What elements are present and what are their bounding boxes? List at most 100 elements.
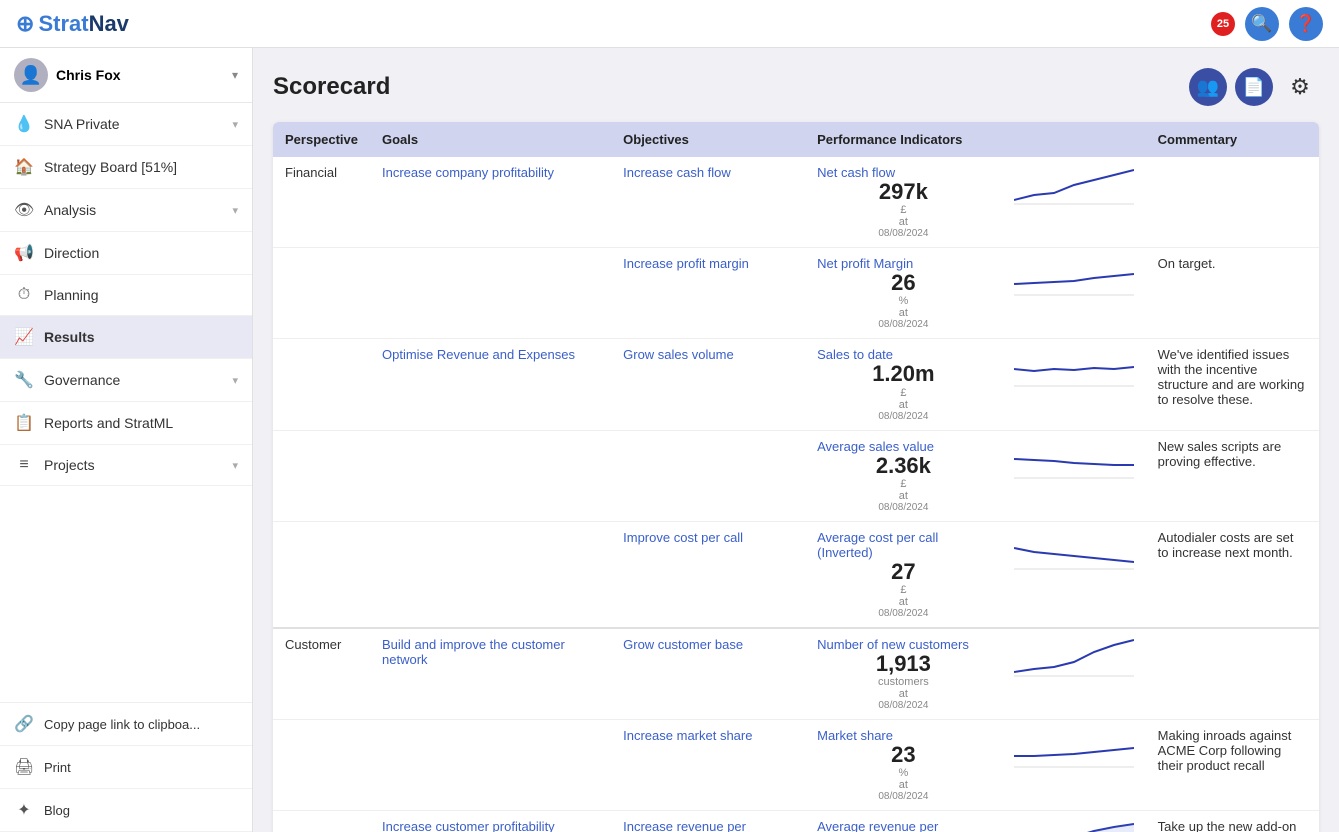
pi-link[interactable]: Net profit Margin bbox=[817, 256, 913, 271]
planning-icon: ⏱ bbox=[14, 286, 34, 304]
pi-link[interactable]: Average revenue per customer bbox=[817, 819, 938, 832]
perspective-cell bbox=[273, 521, 370, 628]
metric-unit: % bbox=[817, 295, 990, 307]
sidebar-item-planning[interactable]: ⏱ Planning bbox=[0, 275, 252, 316]
pi-cell: Average sales value 2.36k £ at08/08/2024 bbox=[805, 430, 1002, 521]
sparkline-chart bbox=[1014, 637, 1134, 677]
metric-date: 08/08/2024 bbox=[817, 608, 990, 619]
sidebar-item-print[interactable]: 🖨 Print bbox=[0, 746, 252, 789]
metric-label-at: at bbox=[817, 216, 990, 228]
pi-link[interactable]: Market share bbox=[817, 728, 893, 743]
col-perspective: Perspective bbox=[273, 122, 370, 157]
print-icon: 🖨 bbox=[14, 757, 34, 777]
metric-label-at: at bbox=[817, 779, 990, 791]
commentary-cell bbox=[1146, 628, 1319, 720]
objective-link[interactable]: Increase profit margin bbox=[623, 256, 749, 271]
metric-unit: £ bbox=[817, 387, 990, 399]
sidebar-item-governance[interactable]: 🔧 Governance ▾ bbox=[0, 359, 252, 402]
pi-link[interactable]: Number of new customers bbox=[817, 637, 969, 652]
goal-cell: Increase customer profitability bbox=[370, 811, 611, 832]
sparkline-chart bbox=[1014, 256, 1134, 296]
objective-link[interactable]: Grow customer base bbox=[623, 637, 743, 652]
logo-text: StratNav bbox=[38, 11, 128, 37]
direction-icon: 📢 bbox=[14, 243, 34, 263]
pi-link[interactable]: Sales to date bbox=[817, 347, 893, 362]
governance-arrow: ▾ bbox=[232, 374, 238, 387]
pi-link[interactable]: Average sales value bbox=[817, 439, 934, 454]
goal-link[interactable]: Build and improve the customer network bbox=[382, 637, 565, 667]
sparkline-chart bbox=[1014, 347, 1134, 387]
metric-date: 08/08/2024 bbox=[817, 502, 990, 513]
metric-value: 23 bbox=[817, 743, 990, 767]
search-button[interactable]: 🔍 bbox=[1245, 7, 1279, 41]
app-logo[interactable]: ⊕ StratNav bbox=[16, 11, 129, 37]
goal-cell bbox=[370, 248, 611, 339]
objective-cell: Grow customer base bbox=[611, 628, 805, 720]
help-button[interactable]: ❓ bbox=[1289, 7, 1323, 41]
sna-arrow: ▾ bbox=[232, 118, 238, 131]
settings-action-button[interactable]: ⚙ bbox=[1281, 68, 1319, 106]
governance-icon: 🔧 bbox=[14, 370, 34, 390]
pi-link[interactable]: Average cost per call (Inverted) bbox=[817, 530, 938, 560]
pi-cell: Net cash flow 297k £ at08/08/2024 bbox=[805, 157, 1002, 248]
objective-link[interactable]: Improve cost per call bbox=[623, 530, 743, 545]
sidebar-user-header[interactable]: 👤 Chris Fox ▾ bbox=[0, 48, 252, 103]
sidebar-item-blog[interactable]: ✦ Blog bbox=[0, 789, 252, 832]
document-action-button[interactable]: 📄 bbox=[1235, 68, 1273, 106]
metric-unit: customers bbox=[817, 676, 990, 688]
sidebar-item-sna-private[interactable]: 💧 SNA Private ▾ bbox=[0, 103, 252, 146]
perspective-cell bbox=[273, 339, 370, 430]
users-action-button[interactable]: 👥 bbox=[1189, 68, 1227, 106]
perspective-cell: Customer bbox=[273, 628, 370, 720]
chart-cell bbox=[1002, 628, 1146, 720]
table-row: Increase market share Market share 23 % … bbox=[273, 720, 1319, 811]
table-row: Improve cost per call Average cost per c… bbox=[273, 521, 1319, 628]
objective-link[interactable]: Increase cash flow bbox=[623, 165, 731, 180]
perspective-cell: Financial bbox=[273, 157, 370, 248]
chart-cell bbox=[1002, 720, 1146, 811]
user-avatar: 👤 bbox=[14, 58, 48, 92]
metric-cell: 26 % at08/08/2024 bbox=[817, 271, 990, 330]
user-name: Chris Fox bbox=[56, 67, 224, 83]
metric-date: 08/08/2024 bbox=[817, 319, 990, 330]
sidebar-item-analysis[interactable]: 👁 Analysis ▾ bbox=[0, 189, 252, 232]
objective-link[interactable]: Grow sales volume bbox=[623, 347, 734, 362]
goal-cell: Build and improve the customer network bbox=[370, 628, 611, 720]
reports-icon: 📋 bbox=[14, 413, 34, 433]
metric-date: 08/08/2024 bbox=[817, 411, 990, 422]
goal-link[interactable]: Increase customer profitability bbox=[382, 819, 555, 832]
sidebar-item-reports[interactable]: 📋 Reports and StratML bbox=[0, 402, 252, 445]
scorecard-table: Perspective Goals Objectives Performance… bbox=[273, 122, 1319, 832]
metric-cell: 2.36k £ at08/08/2024 bbox=[817, 454, 990, 513]
goal-link[interactable]: Optimise Revenue and Expenses bbox=[382, 347, 575, 362]
metric-unit: £ bbox=[817, 478, 990, 490]
analysis-arrow: ▾ bbox=[232, 204, 238, 217]
sparkline-chart bbox=[1014, 819, 1134, 832]
metric-label-at: at bbox=[817, 307, 990, 319]
metric-cell: 1,913 customers at08/08/2024 bbox=[817, 652, 990, 711]
sidebar-item-strategy-board[interactable]: 🏠 Strategy Board [51%] bbox=[0, 146, 252, 189]
sidebar-item-direction[interactable]: 📢 Direction bbox=[0, 232, 252, 275]
commentary-cell: We've identified issues with the incenti… bbox=[1146, 339, 1319, 430]
sidebar-item-results[interactable]: 📈 Results bbox=[0, 316, 252, 359]
perspective-cell bbox=[273, 811, 370, 832]
pi-link[interactable]: Net cash flow bbox=[817, 165, 895, 180]
objective-link[interactable]: Increase market share bbox=[623, 728, 752, 743]
projects-arrow: ▾ bbox=[232, 459, 238, 472]
pi-cell: Net profit Margin 26 % at08/08/2024 bbox=[805, 248, 1002, 339]
goal-cell bbox=[370, 430, 611, 521]
chart-cell bbox=[1002, 339, 1146, 430]
page-title: Scorecard bbox=[273, 73, 390, 101]
objective-link[interactable]: Increase revenue per customer bbox=[623, 819, 746, 832]
sidebar-item-copy-link[interactable]: 🔗 Copy page link to clipboa... bbox=[0, 703, 252, 746]
pi-cell: Average cost per call (Inverted) 27 £ at… bbox=[805, 521, 1002, 628]
objective-cell: Increase revenue per customer bbox=[611, 811, 805, 832]
sidebar-item-projects[interactable]: ≡ Projects ▾ bbox=[0, 445, 252, 486]
page-actions: 👥 📄 ⚙ bbox=[1189, 68, 1319, 106]
objective-cell: Grow sales volume bbox=[611, 339, 805, 430]
notification-badge[interactable]: 25 bbox=[1211, 12, 1235, 36]
goal-link[interactable]: Increase company profitability bbox=[382, 165, 554, 180]
metric-date: 08/08/2024 bbox=[817, 228, 990, 239]
table-row: Financial Increase company profitability… bbox=[273, 157, 1319, 248]
sidebar-footer: 🔗 Copy page link to clipboa... 🖨 Print ✦… bbox=[0, 702, 252, 832]
